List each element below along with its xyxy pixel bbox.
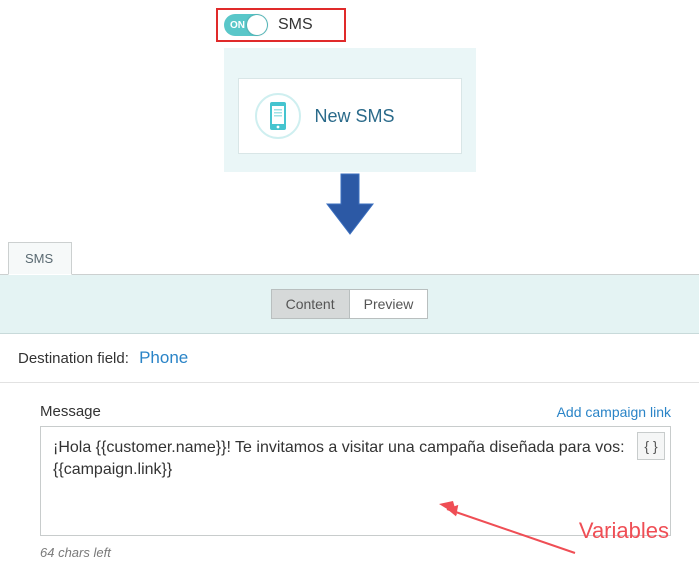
new-sms-card-title: New SMS (315, 106, 395, 127)
message-block: Message Add campaign link { } Variables … (0, 383, 699, 570)
chars-left: 64 chars left (40, 545, 671, 560)
sms-toggle-label: SMS (278, 16, 313, 34)
flow-arrow-icon (0, 170, 699, 240)
destination-label: Destination field: (18, 350, 129, 367)
content-preview-segmented: Content Preview (271, 289, 429, 319)
add-campaign-link[interactable]: Add campaign link (557, 404, 671, 420)
toggle-state-text: ON (230, 20, 245, 31)
tab-strip: SMS (0, 242, 699, 275)
destination-row: Destination field: Phone (0, 334, 699, 383)
content-button[interactable]: Content (271, 289, 349, 319)
insert-variable-button[interactable]: { } (637, 432, 665, 460)
message-label: Message (40, 403, 101, 420)
new-sms-card-container: New SMS (224, 48, 476, 172)
sms-toggle[interactable]: ON (224, 14, 268, 36)
preview-button[interactable]: Preview (349, 289, 429, 319)
sms-phone-icon (255, 93, 301, 139)
tab-sms[interactable]: SMS (8, 242, 72, 275)
sms-channel-toggle-row: ON SMS (216, 8, 346, 42)
content-preview-panel: Content Preview (0, 275, 699, 334)
new-sms-card[interactable]: New SMS (238, 78, 462, 154)
destination-value[interactable]: Phone (139, 348, 188, 367)
toggle-knob (247, 15, 267, 35)
message-textarea[interactable] (40, 426, 671, 536)
